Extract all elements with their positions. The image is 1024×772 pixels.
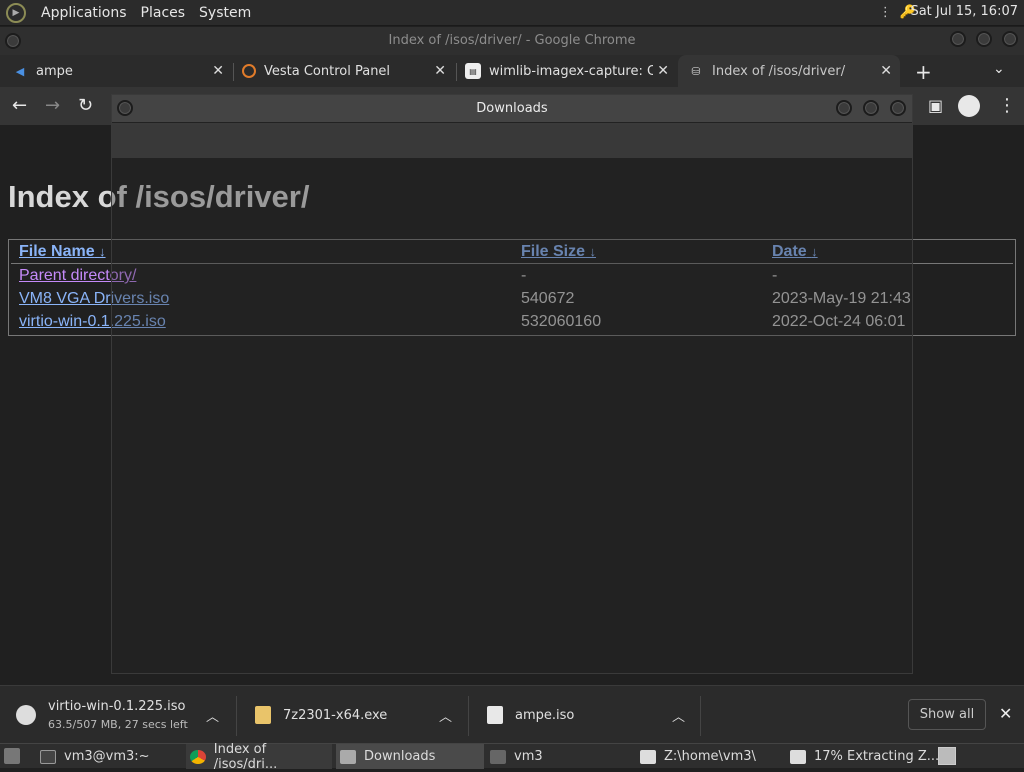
show-desktop-icon[interactable] — [4, 748, 20, 764]
minimize-button[interactable] — [950, 31, 966, 47]
download-shelf: virtio-win-0.1.225.iso 63.5/507 MB, 27 s… — [0, 685, 1024, 743]
ampe-favicon-icon: ◀ — [15, 64, 25, 78]
back-arrow-icon[interactable]: ← — [12, 95, 27, 116]
iso-file-icon — [487, 706, 503, 724]
tab-search-chevron-icon[interactable]: ⌄ — [993, 61, 1005, 77]
tab-wimlib[interactable]: ▤ wimlib-imagex-capture: Cr ✕ — [465, 55, 677, 87]
show-all-button[interactable]: Show all — [908, 699, 986, 730]
close-tab-icon[interactable]: ✕ — [653, 63, 669, 79]
header-file-name[interactable]: File Name ↓ — [19, 243, 106, 261]
task-vm3[interactable]: vm3 — [490, 744, 543, 769]
tray-grip-icon: ⋮ — [878, 5, 892, 20]
task-downloads[interactable]: Downloads — [336, 744, 484, 769]
task-label: Index of /isos/dri... — [213, 741, 278, 772]
7zip-icon — [790, 749, 806, 764]
downloads-window[interactable]: Downloads — [111, 94, 913, 674]
download-item-7zip[interactable]: 7z2301-x64.exe — [255, 686, 387, 744]
download-filename: ampe.iso — [515, 707, 575, 723]
workspace-switcher-icon[interactable] — [938, 747, 956, 765]
task-7zip-browser[interactable]: Z:\home\vm3\ — [640, 744, 756, 769]
download-item-ampe[interactable]: ampe.iso — [487, 686, 574, 744]
tab-vesta[interactable]: Vesta Control Panel ✕ — [242, 55, 454, 87]
tab-label: Vesta Control Panel — [264, 63, 391, 79]
vesta-favicon-icon — [242, 64, 256, 78]
terminal-icon — [40, 749, 56, 764]
gnome-foot-icon[interactable]: ▶ — [6, 2, 26, 23]
menu-applications[interactable]: Applications — [34, 5, 134, 21]
top-panel: ▶ Applications Places System ⋮ 🔑 Sat Jul… — [0, 0, 1024, 26]
task-label: Z:\home\vm3\ — [664, 749, 756, 764]
task-label: 17% Extracting Z... — [814, 749, 940, 764]
maximize-button[interactable] — [863, 100, 879, 116]
task-terminal[interactable]: vm3@vm3:~ — [40, 744, 150, 769]
7zip-icon — [640, 749, 656, 764]
reload-icon[interactable]: ↻ — [78, 95, 93, 116]
folder-favicon-icon: ⛁ — [691, 64, 701, 78]
exe-file-icon — [255, 706, 271, 724]
download-progress-icon — [16, 705, 36, 725]
forward-arrow-icon[interactable]: → — [45, 95, 60, 116]
task-label: vm3@vm3:~ — [64, 749, 150, 764]
new-tab-icon[interactable]: + — [915, 60, 932, 84]
kebab-menu-icon[interactable]: ⋮ — [998, 95, 1016, 116]
wimlib-favicon-icon: ▤ — [465, 63, 481, 79]
taskbar: vm3@vm3:~ Index of /isos/dri... Download… — [0, 741, 1024, 772]
window-menu-button[interactable] — [117, 100, 133, 116]
chevron-up-icon[interactable]: ︿ — [672, 706, 685, 725]
window-title: Index of /isos/driver/ - Google Chrome — [388, 33, 636, 48]
clock[interactable]: Sat Jul 15, 16:07 — [910, 4, 1018, 19]
download-filename: virtio-win-0.1.225.iso — [48, 699, 186, 714]
task-chrome[interactable]: Index of /isos/dri... — [186, 741, 332, 772]
chrome-icon — [190, 749, 206, 764]
close-tab-icon[interactable]: ✕ — [434, 63, 446, 79]
chrome-titlebar: Index of /isos/driver/ - Google Chrome — [0, 27, 1024, 55]
tab-label: Index of /isos/driver/ — [712, 63, 846, 79]
profile-avatar-icon[interactable] — [958, 95, 980, 117]
tab-label: wimlib-imagex-capture: Cr — [489, 63, 662, 79]
close-shelf-icon[interactable]: ✕ — [999, 704, 1012, 723]
download-item-virtio[interactable]: virtio-win-0.1.225.iso 63.5/507 MB, 27 s… — [16, 686, 226, 744]
downloads-header-area — [112, 123, 912, 158]
maximize-button[interactable] — [976, 31, 992, 47]
downloads-title: Downloads — [476, 101, 548, 116]
chevron-up-icon[interactable]: ︿ — [206, 706, 219, 725]
tab-ampe[interactable]: ◀ ampe ✕ — [12, 55, 232, 87]
side-panel-icon[interactable]: ▣ — [928, 96, 943, 115]
home-folder-icon — [490, 749, 506, 764]
chevron-up-icon[interactable]: ︿ — [439, 706, 452, 725]
task-label: vm3 — [514, 749, 543, 764]
menu-system[interactable]: System — [192, 5, 258, 21]
close-window-button[interactable] — [1002, 31, 1018, 47]
menu-places[interactable]: Places — [134, 5, 193, 21]
tab-label: ampe — [36, 63, 73, 79]
download-status: 63.5/507 MB, 27 secs left — [48, 718, 188, 731]
tab-strip: ◀ ampe ✕ Vesta Control Panel ✕ ▤ wimlib-… — [0, 55, 1024, 87]
window-menu-button[interactable] — [5, 33, 21, 49]
close-tab-icon[interactable]: ✕ — [880, 63, 892, 79]
task-7zip-extract[interactable]: 17% Extracting Z... — [790, 744, 939, 769]
folder-icon — [340, 749, 356, 764]
minimize-button[interactable] — [836, 100, 852, 116]
close-tab-icon[interactable]: ✕ — [212, 63, 224, 79]
download-filename: 7z2301-x64.exe — [283, 707, 388, 723]
tab-index-of-isos-driver[interactable]: ⛁ Index of /isos/driver/ ✕ — [678, 55, 900, 87]
close-window-button[interactable] — [890, 100, 906, 116]
downloads-titlebar[interactable]: Downloads — [112, 95, 912, 123]
task-label: Downloads — [364, 749, 436, 764]
